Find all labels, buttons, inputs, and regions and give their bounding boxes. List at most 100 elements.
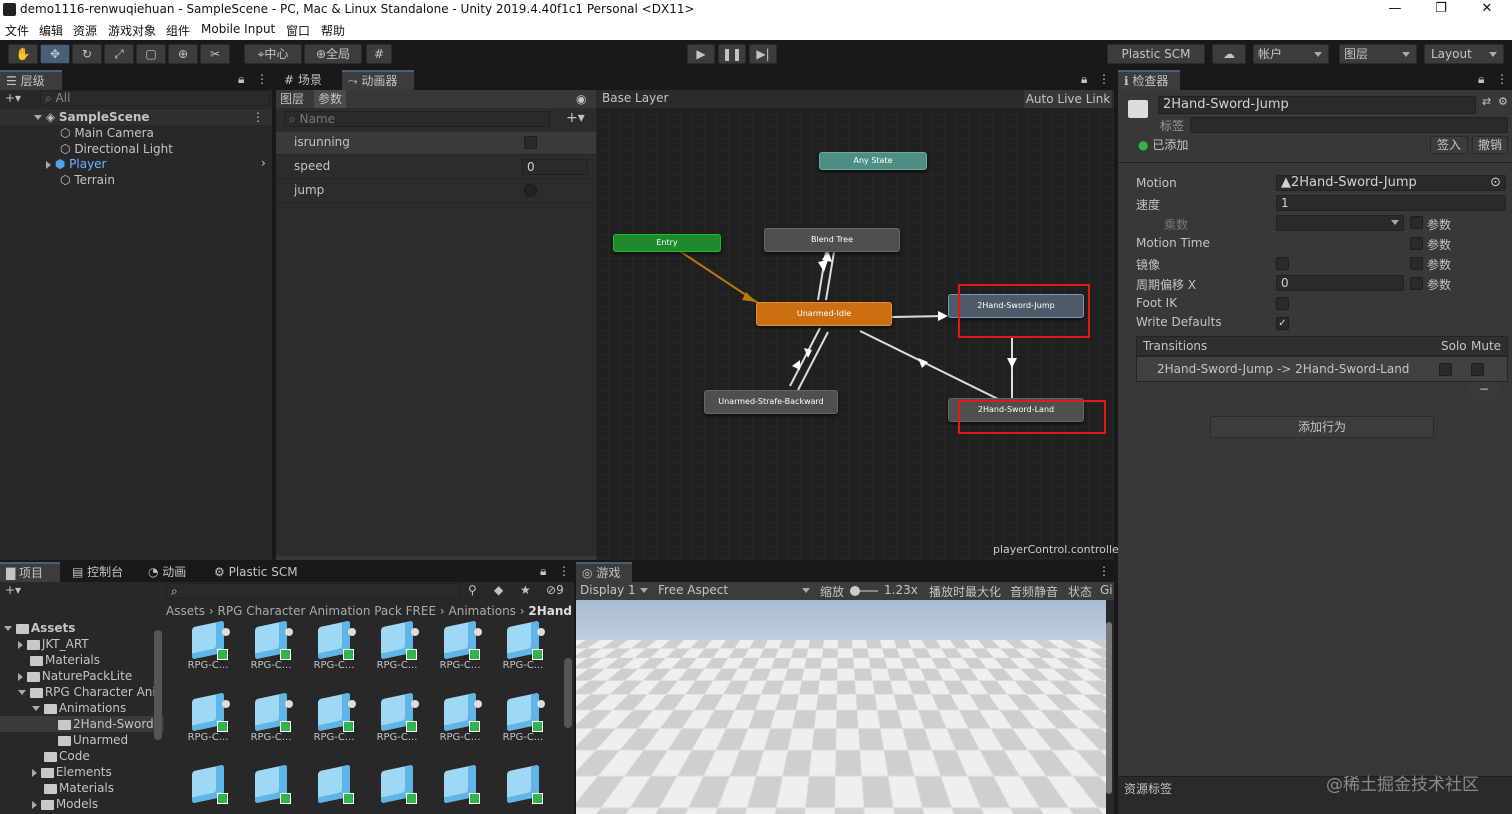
mirror-checkbox[interactable] — [1276, 257, 1289, 270]
asset-item[interactable]: RPG-C... — [243, 622, 299, 686]
tree-code[interactable]: Code — [44, 748, 90, 764]
gear-icon[interactable]: ⚙ — [1498, 95, 1508, 108]
tab-animator[interactable]: ⤳ 动画器 — [342, 70, 414, 90]
rotate-tool-icon[interactable]: ↻ — [72, 44, 102, 64]
kebab-menu-icon[interactable]: ⋮ — [252, 109, 264, 125]
maximize-on-play-toggle[interactable]: 播放时最大化 — [929, 583, 1001, 600]
play-button[interactable]: ▶ — [687, 44, 715, 64]
asset-item[interactable]: RPG-C... — [306, 694, 362, 758]
custom-tool-icon[interactable]: ✂ — [200, 44, 230, 64]
menu-gameobject[interactable]: 游戏对象 — [108, 22, 156, 39]
maximize-button[interactable]: ❐ — [1418, 0, 1464, 20]
asset-item[interactable] — [243, 766, 299, 814]
asset-item[interactable]: RPG-C... — [495, 622, 551, 686]
state-entry[interactable]: Entry — [613, 234, 721, 252]
asset-item[interactable] — [306, 766, 362, 814]
gizmos-toggle[interactable]: Gi — [1100, 583, 1113, 597]
breadcrumb-item[interactable]: Animations — [449, 604, 516, 618]
pause-button[interactable]: ❚❚ — [718, 44, 746, 64]
solo-checkbox[interactable] — [1439, 363, 1452, 376]
filter-type-icon[interactable]: ⚲ — [468, 583, 477, 597]
breadcrumb-item[interactable]: Assets — [166, 604, 205, 618]
tab-game[interactable]: ◎ 游戏 — [576, 562, 632, 582]
lock-icon[interactable]: 🔒︎ — [540, 564, 546, 579]
add-parameter-button[interactable]: +▾ — [566, 110, 585, 126]
motion-time-param-checkbox[interactable] — [1410, 237, 1423, 250]
hierarchy-search-input[interactable]: ⌕ All — [40, 90, 270, 106]
mute-checkbox[interactable] — [1471, 363, 1484, 376]
tree-elements[interactable]: Elements — [32, 764, 112, 780]
tree-2hand-sword[interactable]: 2Hand-Sword — [0, 716, 164, 732]
state-unarmed-idle[interactable]: Unarmed-Idle — [756, 302, 892, 326]
breadcrumb-item[interactable]: 2Hand — [528, 604, 572, 618]
mute-audio-toggle[interactable]: 音频静音 — [1010, 583, 1058, 600]
motion-field[interactable]: ▲2Hand-Sword-Jump ⊙ — [1276, 175, 1506, 191]
asset-item[interactable]: RPG-C... — [306, 622, 362, 686]
hand-tool-icon[interactable]: ✋ — [8, 44, 38, 64]
hidden-count[interactable]: ⊘9 — [546, 583, 564, 597]
multiplier-param-checkbox[interactable] — [1410, 216, 1423, 229]
menu-mobile-input[interactable]: Mobile Input — [201, 22, 275, 36]
create-button[interactable]: +▾ — [5, 91, 21, 105]
tag-field[interactable] — [1190, 117, 1508, 133]
game-scrollbar[interactable] — [1106, 622, 1112, 794]
menu-assets[interactable]: 资源 — [73, 22, 97, 39]
asset-item[interactable]: RPG-C... — [180, 622, 236, 686]
tree-models[interactable]: Models — [32, 796, 98, 812]
kebab-menu-icon[interactable]: ⋮ — [558, 564, 570, 578]
state-name-input[interactable]: 2Hand-Sword-Jump — [1158, 96, 1476, 114]
state-any-state[interactable]: Any State — [819, 152, 927, 170]
param-bool-checkbox[interactable] — [524, 136, 537, 149]
tree-materials-2[interactable]: Materials — [44, 780, 114, 796]
param-float-input[interactable]: 0 — [522, 159, 588, 175]
kebab-menu-icon[interactable]: ⋮ — [1496, 72, 1508, 86]
hierarchy-item-main-camera[interactable]: ⬡ Main Camera — [60, 125, 154, 141]
write-defaults-checkbox[interactable]: ✓ — [1276, 317, 1289, 330]
scene-row[interactable]: ◈ SampleScene ⋮ — [0, 109, 272, 125]
minimize-button[interactable]: — — [1372, 0, 1418, 20]
state-unarmed-strafe-backward[interactable]: Unarmed-Strafe-Backward — [704, 390, 838, 414]
asset-item[interactable]: RPG-C... — [243, 694, 299, 758]
stats-toggle[interactable]: 状态 — [1068, 583, 1092, 600]
asset-item[interactable]: RPG-C... — [369, 694, 425, 758]
tab-console[interactable]: ▤ 控制台 — [66, 562, 129, 582]
kebab-menu-icon[interactable]: ⋮ — [1098, 564, 1110, 578]
menu-help[interactable]: 帮助 — [321, 22, 345, 39]
menu-component[interactable]: 组件 — [166, 22, 190, 39]
param-row-isrunning[interactable]: isrunning — [276, 132, 596, 155]
scale-slider-handle[interactable] — [850, 586, 860, 596]
tree-assets[interactable]: Assets — [4, 620, 75, 636]
display-dropdown[interactable]: Display 1 — [580, 583, 648, 597]
asset-item[interactable]: RPG-C... — [369, 622, 425, 686]
tab-hierarchy[interactable]: ☰ 层级 — [0, 70, 62, 90]
parameters-subtab[interactable]: 参数 — [314, 90, 346, 108]
menu-edit[interactable]: 编辑 — [39, 22, 63, 39]
state-blend-tree[interactable]: Blend Tree — [764, 228, 900, 252]
asset-item[interactable] — [369, 766, 425, 814]
menu-file[interactable]: 文件 — [5, 22, 29, 39]
kebab-menu-icon[interactable]: ⋮ — [256, 72, 268, 86]
cloud-icon[interactable]: ☁ — [1212, 44, 1246, 64]
cycle-offset-input[interactable]: 0 — [1276, 275, 1404, 291]
rect-tool-icon[interactable]: ▢ — [136, 44, 166, 64]
close-button[interactable]: ✕ — [1464, 0, 1510, 20]
swap-icon[interactable]: ⇄ — [1482, 95, 1491, 108]
cycle-offset-param-checkbox[interactable] — [1410, 277, 1423, 290]
parameter-search-input[interactable]: ⌕ Name — [284, 111, 550, 127]
tab-inspector[interactable]: ℹ 检查器 — [1118, 70, 1180, 90]
layers-dropdown[interactable]: 图层 — [1339, 44, 1417, 64]
hierarchy-item-terrain[interactable]: ⬡ Terrain — [60, 172, 115, 188]
asset-item[interactable] — [495, 766, 551, 814]
hierarchy-item-player[interactable]: ⬢ Player — [46, 156, 106, 172]
check-in-button[interactable]: 签入 — [1430, 136, 1468, 154]
step-button[interactable]: ▶| — [749, 44, 777, 64]
pivot-toggle[interactable]: ⌖中心 — [244, 44, 302, 64]
object-picker-icon[interactable]: ⊙ — [1490, 176, 1501, 190]
tree-scrollbar[interactable] — [154, 630, 162, 740]
tree-rpg-character[interactable]: RPG Character Ani — [18, 684, 156, 700]
lock-icon[interactable]: 🔒︎ — [1478, 72, 1484, 87]
star-icon[interactable]: ★ — [520, 583, 531, 597]
label-icon[interactable]: ◆ — [494, 583, 503, 597]
asset-item[interactable] — [432, 766, 488, 814]
grid-scrollbar[interactable] — [564, 658, 572, 728]
